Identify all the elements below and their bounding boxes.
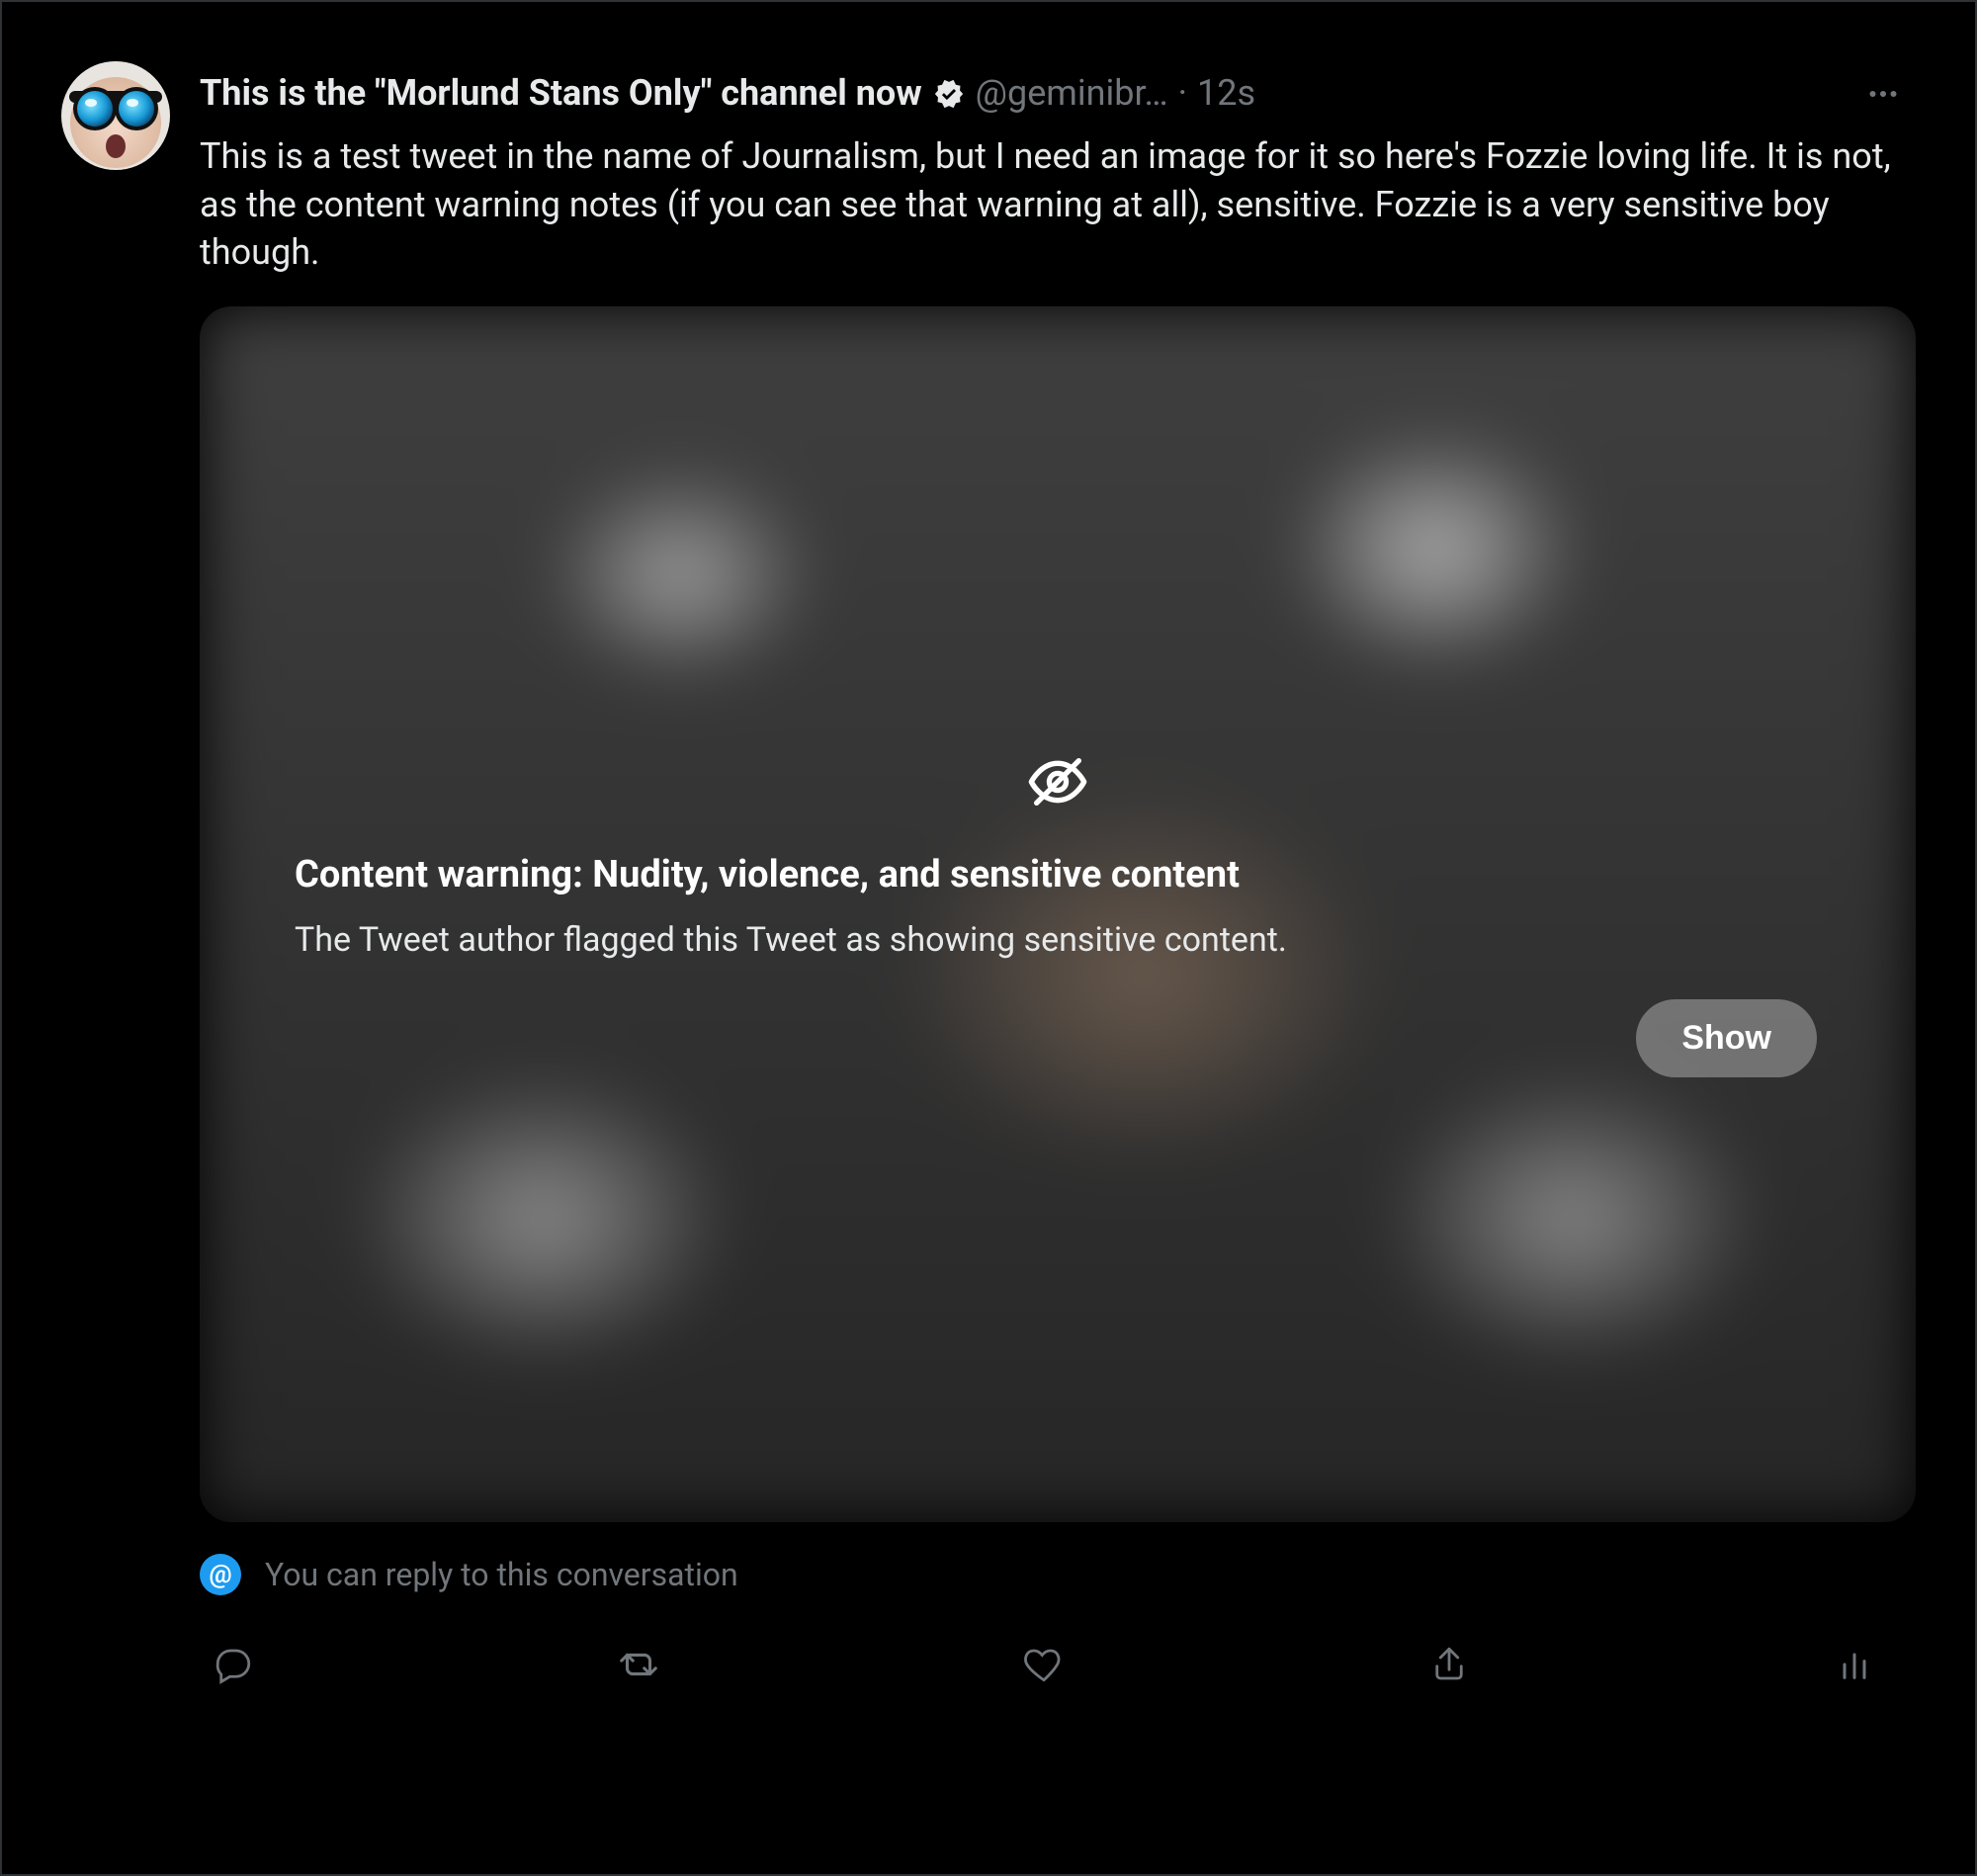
- avatar-column: [61, 61, 170, 1834]
- content-warning-title: Content warning: Nudity, violence, and s…: [279, 853, 1837, 896]
- heart-icon: [1023, 1644, 1065, 1685]
- content-warning-subtitle: The Tweet author flagged this Tweet as s…: [279, 920, 1837, 960]
- content-warning-actions: Show: [279, 999, 1837, 1077]
- retweet-icon: [616, 1642, 661, 1687]
- user-handle[interactable]: @geminibr…: [976, 72, 1168, 115]
- reply-hint-text: You can reply to this conversation: [265, 1556, 738, 1593]
- header-separator: ·: [1178, 72, 1187, 115]
- mention-icon: @: [200, 1554, 241, 1595]
- analytics-icon: [1835, 1645, 1874, 1684]
- share-icon: [1428, 1644, 1470, 1685]
- tweet-action-bar: [200, 1635, 1904, 1694]
- show-media-button[interactable]: Show: [1636, 999, 1817, 1077]
- content-warning-overlay: Content warning: Nudity, violence, and s…: [200, 306, 1916, 1522]
- avatar[interactable]: [61, 61, 170, 170]
- timestamp[interactable]: 12s: [1197, 72, 1255, 115]
- reply-button[interactable]: [204, 1635, 263, 1694]
- tweet-header: This is the "Morlund Stans Only" channel…: [200, 61, 1916, 127]
- retweet-button[interactable]: [609, 1635, 668, 1694]
- eye-off-icon: [1026, 750, 1089, 817]
- reply-hint-row[interactable]: @ You can reply to this conversation: [200, 1554, 1916, 1595]
- reply-icon: [213, 1644, 254, 1685]
- analytics-button[interactable]: [1825, 1635, 1884, 1694]
- more-options-button[interactable]: [1850, 61, 1916, 127]
- media-attachment: Content warning: Nudity, violence, and s…: [200, 306, 1916, 1522]
- verified-badge-icon: [932, 77, 966, 111]
- display-name[interactable]: This is the "Morlund Stans Only" channel…: [200, 72, 922, 115]
- tweet-body-text: This is a test tweet in the name of Jour…: [200, 132, 1916, 277]
- share-button[interactable]: [1419, 1635, 1479, 1694]
- tweet-card: This is the "Morlund Stans Only" channel…: [0, 0, 1977, 1876]
- like-button[interactable]: [1014, 1635, 1074, 1694]
- ellipsis-icon: [1865, 76, 1901, 112]
- tweet-main-column: This is the "Morlund Stans Only" channel…: [200, 61, 1916, 1834]
